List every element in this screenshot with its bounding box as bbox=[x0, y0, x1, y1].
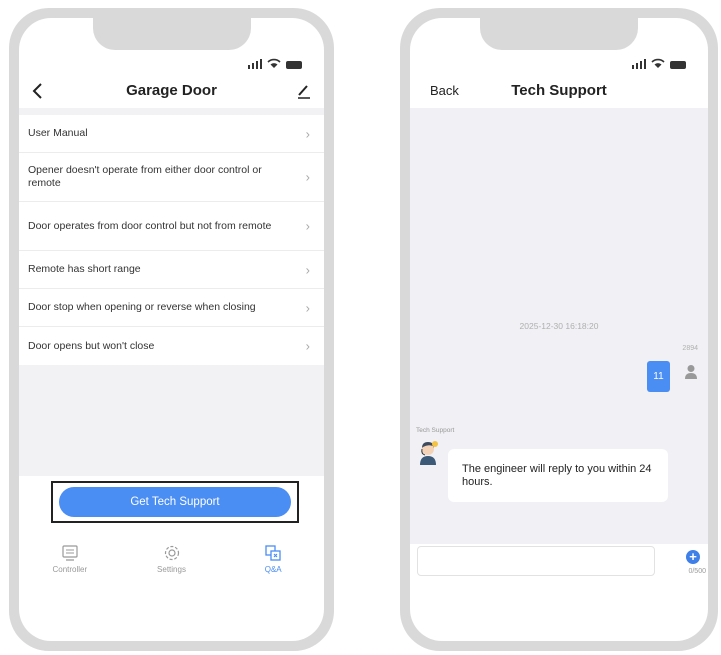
phone-notch bbox=[92, 18, 251, 50]
tech-support-screen: Back Tech Support 2025-12-30 16:18:20 28… bbox=[410, 18, 708, 641]
tab-qa[interactable]: Q&A bbox=[222, 538, 324, 582]
phone-notch bbox=[480, 18, 638, 50]
phone-frame-tech-support: Back Tech Support 2025-12-30 16:18:20 28… bbox=[400, 8, 718, 651]
controller-icon bbox=[62, 545, 78, 561]
faq-item-user-manual[interactable]: User Manual › bbox=[19, 115, 324, 153]
faq-item-door-stop-reverse[interactable]: Door stop when opening or reverse when c… bbox=[19, 289, 324, 327]
faq-item-door-wont-close[interactable]: Door opens but won't close › bbox=[19, 327, 324, 365]
status-bar bbox=[248, 58, 302, 69]
wifi-icon bbox=[651, 58, 665, 68]
tab-label: Settings bbox=[157, 565, 186, 574]
nav-bar: Back Tech Support bbox=[410, 76, 708, 106]
user-id-label: 2894 bbox=[682, 345, 698, 352]
add-send-icon[interactable]: + bbox=[686, 550, 700, 564]
page-title: Garage Door bbox=[126, 82, 217, 99]
faq-item-remote-short-range[interactable]: Remote has short range › bbox=[19, 251, 324, 289]
faq-item-label: Remote has short range bbox=[28, 263, 141, 275]
faq-item-label: Door opens but won't close bbox=[28, 339, 155, 352]
chat-input-bar: + 0/500 bbox=[410, 544, 708, 582]
user-avatar-icon bbox=[685, 365, 697, 379]
chevron-right-icon: › bbox=[305, 218, 310, 234]
tab-settings[interactable]: Settings bbox=[121, 538, 223, 582]
gear-icon bbox=[164, 545, 179, 561]
chevron-right-icon: › bbox=[305, 126, 310, 141]
user-message-bubble: 11 bbox=[647, 361, 670, 392]
signal-icon bbox=[632, 59, 646, 69]
support-highlight-box: Get Tech Support bbox=[51, 481, 299, 523]
faq-item-label: Door stop when opening or reverse when c… bbox=[28, 301, 256, 313]
edit-icon[interactable] bbox=[296, 82, 312, 100]
signal-icon bbox=[248, 59, 262, 69]
agent-message-bubble: The engineer will reply to you within 24… bbox=[448, 449, 668, 502]
get-tech-support-button[interactable]: Get Tech Support bbox=[59, 487, 291, 517]
faq-item-label: Door operates from door control but not … bbox=[28, 219, 272, 232]
chevron-right-icon: › bbox=[305, 300, 310, 315]
chevron-right-icon: › bbox=[305, 338, 310, 354]
chat-area[interactable]: 2025-12-30 16:18:20 2894 11 Tech Support… bbox=[410, 108, 708, 544]
faq-item-label: User Manual bbox=[28, 127, 88, 139]
wifi-icon bbox=[267, 58, 281, 68]
tab-controller[interactable]: Controller bbox=[19, 538, 121, 582]
message-input[interactable] bbox=[417, 546, 655, 576]
faq-item-label: Opener doesn't operate from either door … bbox=[28, 164, 262, 189]
chevron-right-icon: › bbox=[305, 262, 310, 277]
status-bar bbox=[632, 58, 686, 69]
chevron-right-icon: › bbox=[305, 169, 310, 185]
phone-frame-garage-door: Garage Door User Manual › Opener doesn't… bbox=[9, 8, 334, 651]
qa-icon bbox=[265, 545, 281, 561]
char-count: 0/500 bbox=[688, 568, 706, 575]
agent-name-label: Tech Support bbox=[416, 427, 455, 434]
faq-list: User Manual › Opener doesn't operate fro… bbox=[19, 115, 324, 365]
faq-item-door-control-not-remote[interactable]: Door operates from door control but not … bbox=[19, 202, 324, 251]
tab-bar: Controller Settings Q&A bbox=[19, 538, 324, 582]
battery-icon bbox=[670, 61, 686, 69]
tab-label: Q&A bbox=[264, 565, 282, 574]
battery-icon bbox=[286, 61, 302, 69]
page-title: Tech Support bbox=[511, 82, 607, 99]
nav-bar: Garage Door bbox=[19, 76, 324, 106]
tab-label: Controller bbox=[52, 565, 88, 574]
message-timestamp: 2025-12-30 16:18:20 bbox=[519, 321, 599, 331]
support-agent-avatar-icon bbox=[420, 441, 438, 465]
garage-door-screen: Garage Door User Manual › Opener doesn't… bbox=[19, 18, 324, 641]
faq-item-opener-not-operating[interactable]: Opener doesn't operate from either door … bbox=[19, 153, 324, 202]
